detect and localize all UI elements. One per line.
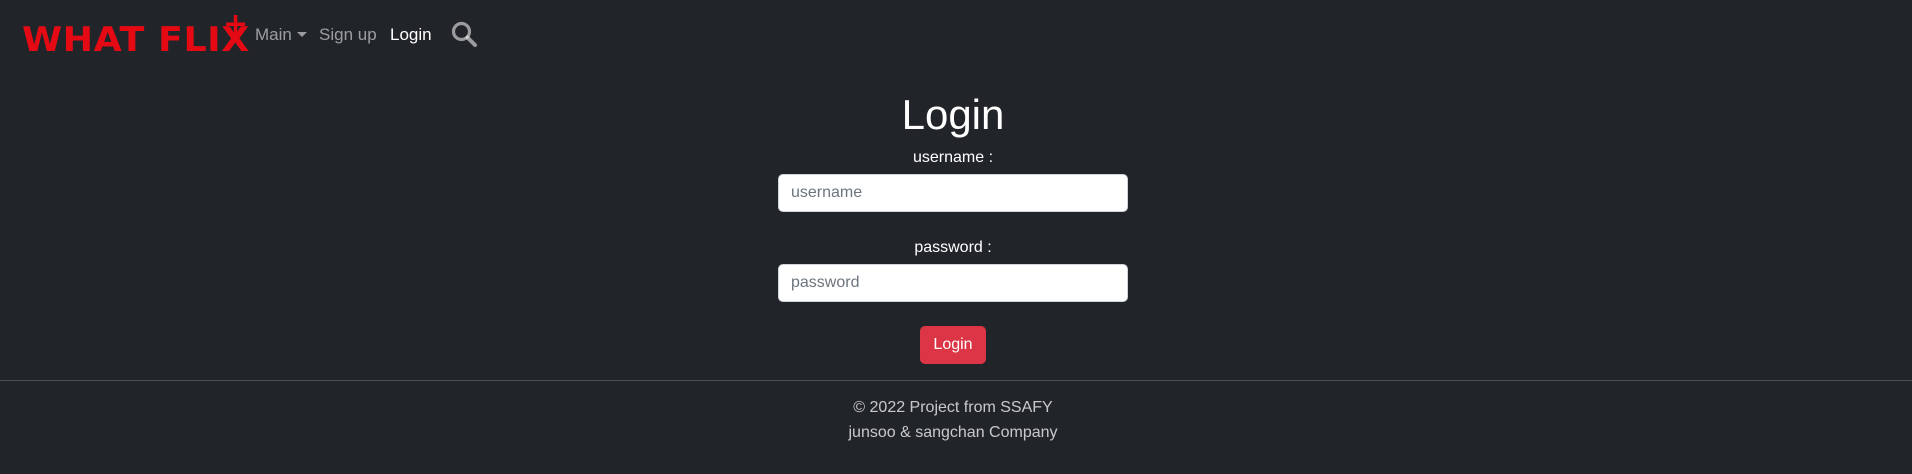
brand-logo[interactable]: WHAT FLIX + xyxy=(22,10,249,61)
nav-item-signup[interactable]: Sign up xyxy=(319,25,377,45)
username-label: username : xyxy=(912,149,994,166)
nav-item-main-label: Main xyxy=(255,25,292,44)
search-icon-graphic xyxy=(451,21,477,47)
brand-logo-text: WHAT FLIX xyxy=(22,20,250,60)
username-field[interactable] xyxy=(778,174,1128,212)
top-navbar: WHAT FLIX + Main Sign up Login xyxy=(0,0,1912,70)
nav-item-main[interactable]: Main xyxy=(255,25,307,45)
footer-company: junsoo & sangchan Company xyxy=(848,424,1058,441)
page-title: Login xyxy=(901,91,1005,138)
chevron-down-icon xyxy=(296,32,307,37)
brand-logo-plus: + xyxy=(223,7,249,42)
login-button[interactable]: Login xyxy=(920,326,986,364)
password-field[interactable] xyxy=(778,264,1128,302)
footer-divider xyxy=(0,380,1912,381)
password-label: password : xyxy=(914,239,992,256)
nav-item-login[interactable]: Login xyxy=(390,25,432,45)
footer-copyright: © 2022 Project from SSAFY xyxy=(853,399,1053,416)
search-icon[interactable] xyxy=(450,20,478,48)
